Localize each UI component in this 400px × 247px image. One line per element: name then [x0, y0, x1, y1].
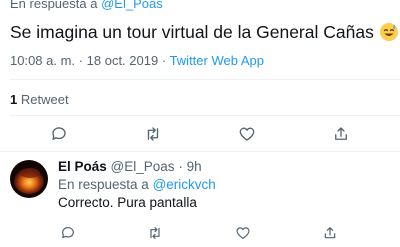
tweet-age[interactable]: 9h [187, 159, 202, 174]
reply-context-prefix: En respuesta a [58, 177, 149, 192]
reply-context-handle-link[interactable]: @erickvch [153, 177, 216, 192]
like-icon [239, 127, 255, 141]
user-handle[interactable]: @El_Poas [111, 159, 175, 174]
retweet-button[interactable] [141, 122, 165, 146]
tweet-text: Se imagina un tour virtual de la General… [10, 20, 399, 44]
tweet-time[interactable]: 10:08 a. m. [10, 53, 75, 68]
like-button[interactable] [235, 122, 259, 146]
tweet-source-app-link[interactable]: Twitter Web App [170, 53, 264, 68]
retweet-icon [147, 127, 159, 141]
share-button[interactable] [320, 223, 340, 243]
reply-icon [62, 227, 74, 239]
retweet-label: Retweet [20, 92, 69, 107]
tweet-action-bar [0, 122, 400, 146]
reply-button[interactable] [47, 122, 71, 146]
reply-context: En respuesta a @erickvch [58, 177, 216, 192]
thread-divider [0, 151, 400, 152]
reply-icon [52, 127, 66, 140]
divider [10, 115, 400, 116]
reply-context: En respuesta a @El_Poas [10, 0, 163, 11]
reply-header: El Poás @El_Poas · 9h [58, 159, 202, 174]
share-icon [324, 227, 336, 239]
share-icon [335, 127, 347, 140]
meta-separator: · [78, 53, 84, 68]
share-button[interactable] [329, 122, 353, 146]
reply-context-handle-link[interactable]: @El_Poas [101, 0, 163, 11]
reply-tweet-text: Correcto. Pura pantalla [58, 195, 197, 210]
tweet-meta: 10:08 a. m. · 18 oct. 2019 · Twitter Web… [10, 53, 264, 68]
retweet-icon [150, 227, 160, 239]
like-button[interactable] [233, 223, 253, 243]
sweat-smile-emoji-icon [379, 22, 399, 42]
tweet-text-content: Se imagina un tour virtual de la General… [10, 22, 374, 42]
reply-context-prefix: En respuesta a [10, 0, 98, 11]
meta-separator: · [161, 53, 167, 68]
divider [10, 79, 400, 80]
retweet-stats[interactable]: 1 Retweet [10, 92, 69, 107]
retweet-count: 1 [10, 92, 18, 107]
like-icon [236, 227, 250, 239]
retweet-button[interactable] [145, 223, 165, 243]
avatar[interactable] [10, 160, 48, 198]
meta-separator: · [178, 159, 183, 174]
reply-button[interactable] [58, 223, 78, 243]
display-name[interactable]: El Poás [58, 159, 107, 174]
tweet-date[interactable]: 18 oct. 2019 [87, 53, 159, 68]
reply-action-bar [0, 223, 400, 243]
